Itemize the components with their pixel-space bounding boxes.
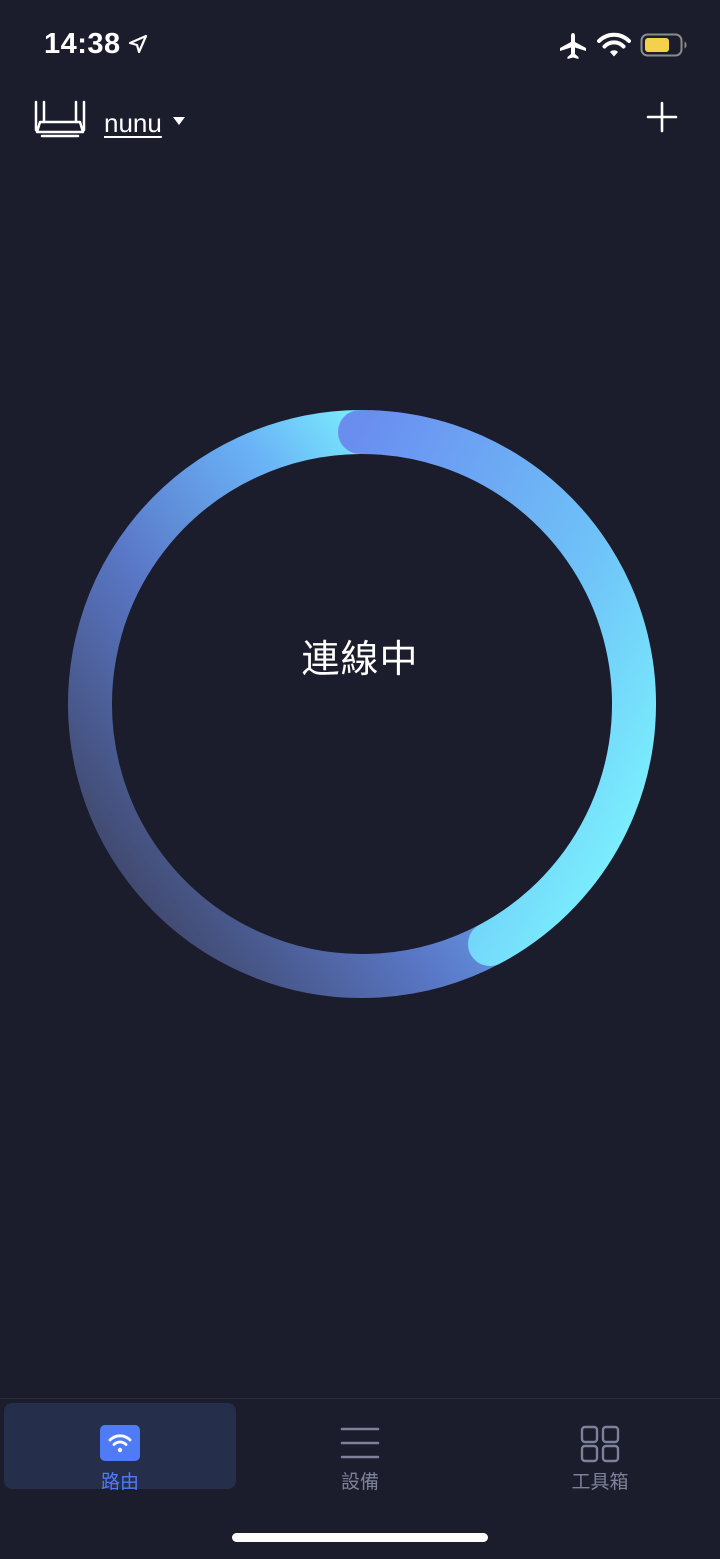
status-bar: 14:38 bbox=[0, 0, 720, 90]
tab-toolbox-label: 工具箱 bbox=[571, 1472, 629, 1493]
tab-routing[interactable]: 路由 bbox=[4, 1403, 236, 1493]
tab-devices-label: 設備 bbox=[340, 1472, 379, 1493]
location-arrow-icon bbox=[128, 34, 148, 54]
connection-status-text: 連線中 bbox=[301, 639, 419, 681]
airplane-icon bbox=[560, 33, 586, 59]
tab-devices[interactable]: 設備 bbox=[244, 1403, 476, 1493]
caret-down-icon[interactable] bbox=[172, 116, 186, 126]
ring-arc-lower bbox=[68, 410, 501, 998]
router-name-dropdown[interactable]: nunu bbox=[104, 108, 162, 139]
list-icon bbox=[340, 1427, 380, 1459]
router-icon[interactable] bbox=[33, 98, 87, 140]
status-time: 14:38 bbox=[44, 28, 121, 60]
plus-icon[interactable] bbox=[645, 100, 679, 134]
home-indicator[interactable] bbox=[232, 1533, 488, 1542]
battery-icon bbox=[640, 33, 687, 57]
wifi-icon bbox=[597, 32, 631, 57]
tab-toolbox[interactable]: 工具箱 bbox=[484, 1403, 716, 1493]
wifi-box-icon bbox=[100, 1425, 140, 1461]
header: nunu bbox=[0, 90, 720, 160]
connection-progress-ring bbox=[68, 409, 656, 998]
tab-routing-label: 路由 bbox=[100, 1472, 139, 1493]
ring-arc-upper bbox=[338, 409, 656, 966]
grid-icon bbox=[580, 1425, 620, 1463]
